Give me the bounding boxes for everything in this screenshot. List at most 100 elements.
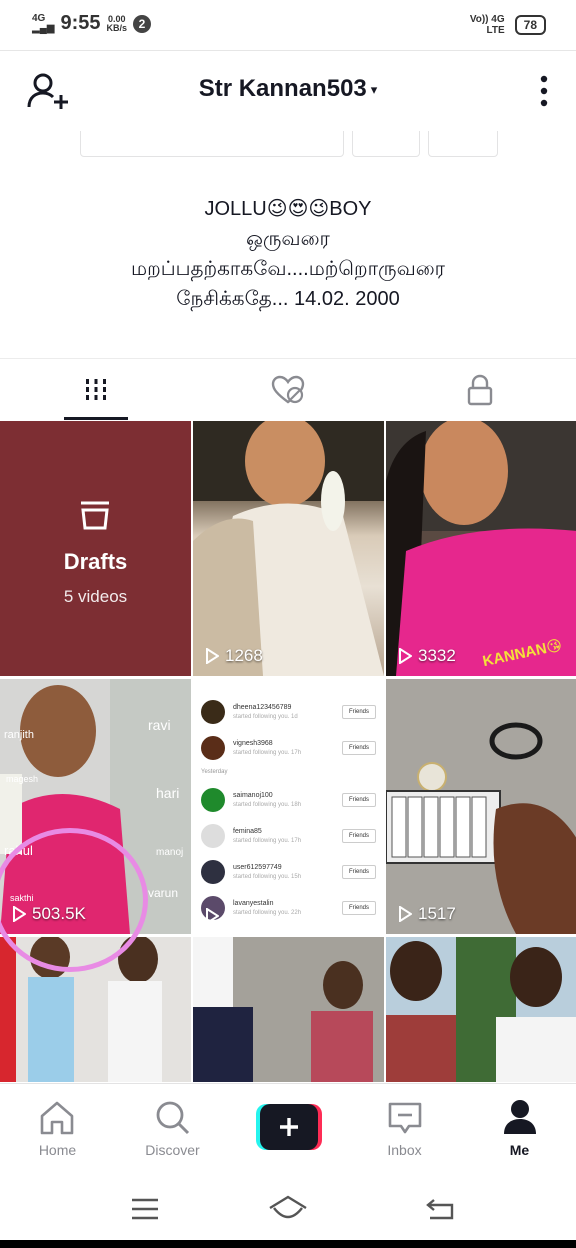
menu-icon[interactable] xyxy=(130,1196,160,1222)
friend-sub: started following you. 18h xyxy=(233,801,302,808)
back-icon[interactable] xyxy=(424,1196,456,1222)
tag-label: magesh xyxy=(6,774,39,784)
profile-action-buttons xyxy=(0,131,576,157)
notification-count-badge: 2 xyxy=(133,14,152,33)
tag-label: ravi xyxy=(148,717,171,733)
lock-icon xyxy=(467,374,493,406)
profile-bio: JOLLU😉😍😉BOY ஒருவரை மறப்பதற்காகவே....மற்ற… xyxy=(0,194,576,314)
drafts-title: Drafts xyxy=(63,549,128,574)
video-thumbnail-image xyxy=(386,679,576,934)
list-item: saimanoj100 started following you. 18h Fr… xyxy=(201,785,376,815)
friends-button: Friends xyxy=(341,901,376,915)
system-navigation-bar xyxy=(0,1180,576,1240)
network-indicator: 4G ▂▄▆ xyxy=(32,12,55,34)
friend-sub: started following you. 1d xyxy=(233,713,298,720)
friend-name: femina85 xyxy=(233,827,262,835)
avatar xyxy=(201,736,225,760)
friend-sub: started following you. 15h xyxy=(233,873,302,880)
video-thumbnail[interactable] xyxy=(193,937,384,1082)
avatar xyxy=(201,700,225,724)
clock: 9:55 xyxy=(60,12,101,34)
avatar xyxy=(201,860,225,884)
account-switcher[interactable]: Str Kannan503 ▾ xyxy=(0,75,576,103)
grid-icon xyxy=(86,379,106,400)
play-icon xyxy=(206,648,219,664)
list-item: dheena123456789 started following you. 1d… xyxy=(201,697,376,727)
view-count: 1268 xyxy=(205,646,263,666)
list-item: femina85 started following you. 17h Frien… xyxy=(201,821,376,851)
more-options-icon[interactable] xyxy=(538,75,550,107)
drafts-count: 5 videos xyxy=(63,587,128,606)
nav-home[interactable]: Home xyxy=(0,1084,115,1181)
section-label: Yesterday xyxy=(201,769,228,775)
battery-indicator: 78 xyxy=(514,15,546,35)
heart-hidden-icon xyxy=(271,375,305,404)
favorites-button[interactable] xyxy=(428,131,498,157)
video-thumbnail[interactable]: 1517 xyxy=(386,679,576,934)
friend-sub: started following you. 22h xyxy=(233,909,302,916)
bio-line: நேசிக்கதே... 14.02. 2000 xyxy=(176,288,400,310)
play-icon xyxy=(399,648,412,664)
inbox-icon xyxy=(388,1102,422,1134)
profile-tabs xyxy=(0,358,576,421)
screen-bottom-edge xyxy=(0,1240,576,1248)
tag-label: ranjith xyxy=(4,729,34,741)
nav-me[interactable]: Me xyxy=(462,1084,576,1181)
video-thumbnail[interactable]: dheena123456789 started following you. 1d… xyxy=(193,679,384,934)
bottom-navigation: Home Discover Inbox Me xyxy=(0,1083,576,1181)
friends-button: Friends xyxy=(341,865,376,879)
tab-videos[interactable] xyxy=(0,359,192,421)
friend-name: saimanoj100 xyxy=(233,791,273,799)
search-icon xyxy=(156,1101,190,1135)
video-thumbnail[interactable]: KANNAN😘 3332 xyxy=(386,421,576,676)
home-icon xyxy=(40,1101,74,1135)
friend-name: lavanyestalin xyxy=(233,899,274,907)
video-thumbnail[interactable]: 1268 xyxy=(193,421,384,676)
profile-header: Str Kannan503 ▾ xyxy=(0,51,576,131)
bio-line: மறப்பதற்காகவே....மற்றொருவரை xyxy=(131,258,445,280)
bio-line: ஒருவரை xyxy=(246,228,330,250)
tag-label: manoj xyxy=(156,847,184,858)
view-count: 1517 xyxy=(398,904,456,924)
video-grid: Drafts 5 videos 1268 KANNAN😘 3332 ranjit… xyxy=(0,421,576,1082)
home-button-icon[interactable] xyxy=(268,1194,308,1224)
bio-line: JOLLU😉😍😉BOY xyxy=(204,198,372,220)
tag-label: hari xyxy=(156,785,180,801)
friend-name: user612597749 xyxy=(233,863,282,871)
nav-discover[interactable]: Discover xyxy=(115,1084,230,1181)
drafts-tile[interactable]: Drafts 5 videos xyxy=(0,421,191,676)
drafts-icon xyxy=(81,501,109,530)
friends-button: Friends xyxy=(341,793,376,807)
video-thumbnail[interactable] xyxy=(386,937,576,1082)
play-icon xyxy=(399,906,412,922)
view-count xyxy=(205,908,225,924)
volte-indicator: Vo)) 4G LTE xyxy=(469,14,505,36)
avatar xyxy=(201,788,225,812)
nav-label: Me xyxy=(509,1142,530,1158)
play-icon xyxy=(206,908,219,924)
friend-name: vignesh3968 xyxy=(233,739,273,747)
friends-button: Friends xyxy=(341,829,376,843)
nav-label: Inbox xyxy=(387,1142,422,1158)
friend-sub: started following you. 17h xyxy=(233,837,302,844)
tab-liked[interactable] xyxy=(192,359,384,421)
person-icon xyxy=(504,1100,536,1134)
list-item: lavanyestalin started following you. 22h … xyxy=(201,893,376,923)
list-item: vignesh3968 started following you. 17h Fr… xyxy=(201,733,376,763)
friend-sub: started following you. 17h xyxy=(233,749,302,756)
view-count: 3332 xyxy=(398,646,456,666)
list-item: user612597749 started following you. 15h … xyxy=(201,857,376,887)
video-thumbnail-image xyxy=(386,937,576,1082)
nav-label: Home xyxy=(38,1142,77,1158)
plus-icon[interactable] xyxy=(256,1104,322,1150)
nav-inbox[interactable]: Inbox xyxy=(347,1084,462,1181)
chevron-down-icon: ▾ xyxy=(370,81,378,97)
profile-username: Str Kannan503 xyxy=(198,75,367,102)
status-bar: 4G ▂▄▆ 9:55 0.00 KB/s 2 Vo)) 4G LTE 78 xyxy=(0,0,576,51)
active-tab-indicator xyxy=(64,417,128,420)
edit-profile-button[interactable] xyxy=(80,131,344,157)
avatar xyxy=(201,824,225,848)
instagram-button[interactable] xyxy=(352,131,420,157)
tab-private[interactable] xyxy=(384,359,576,421)
friends-button: Friends xyxy=(341,741,376,755)
